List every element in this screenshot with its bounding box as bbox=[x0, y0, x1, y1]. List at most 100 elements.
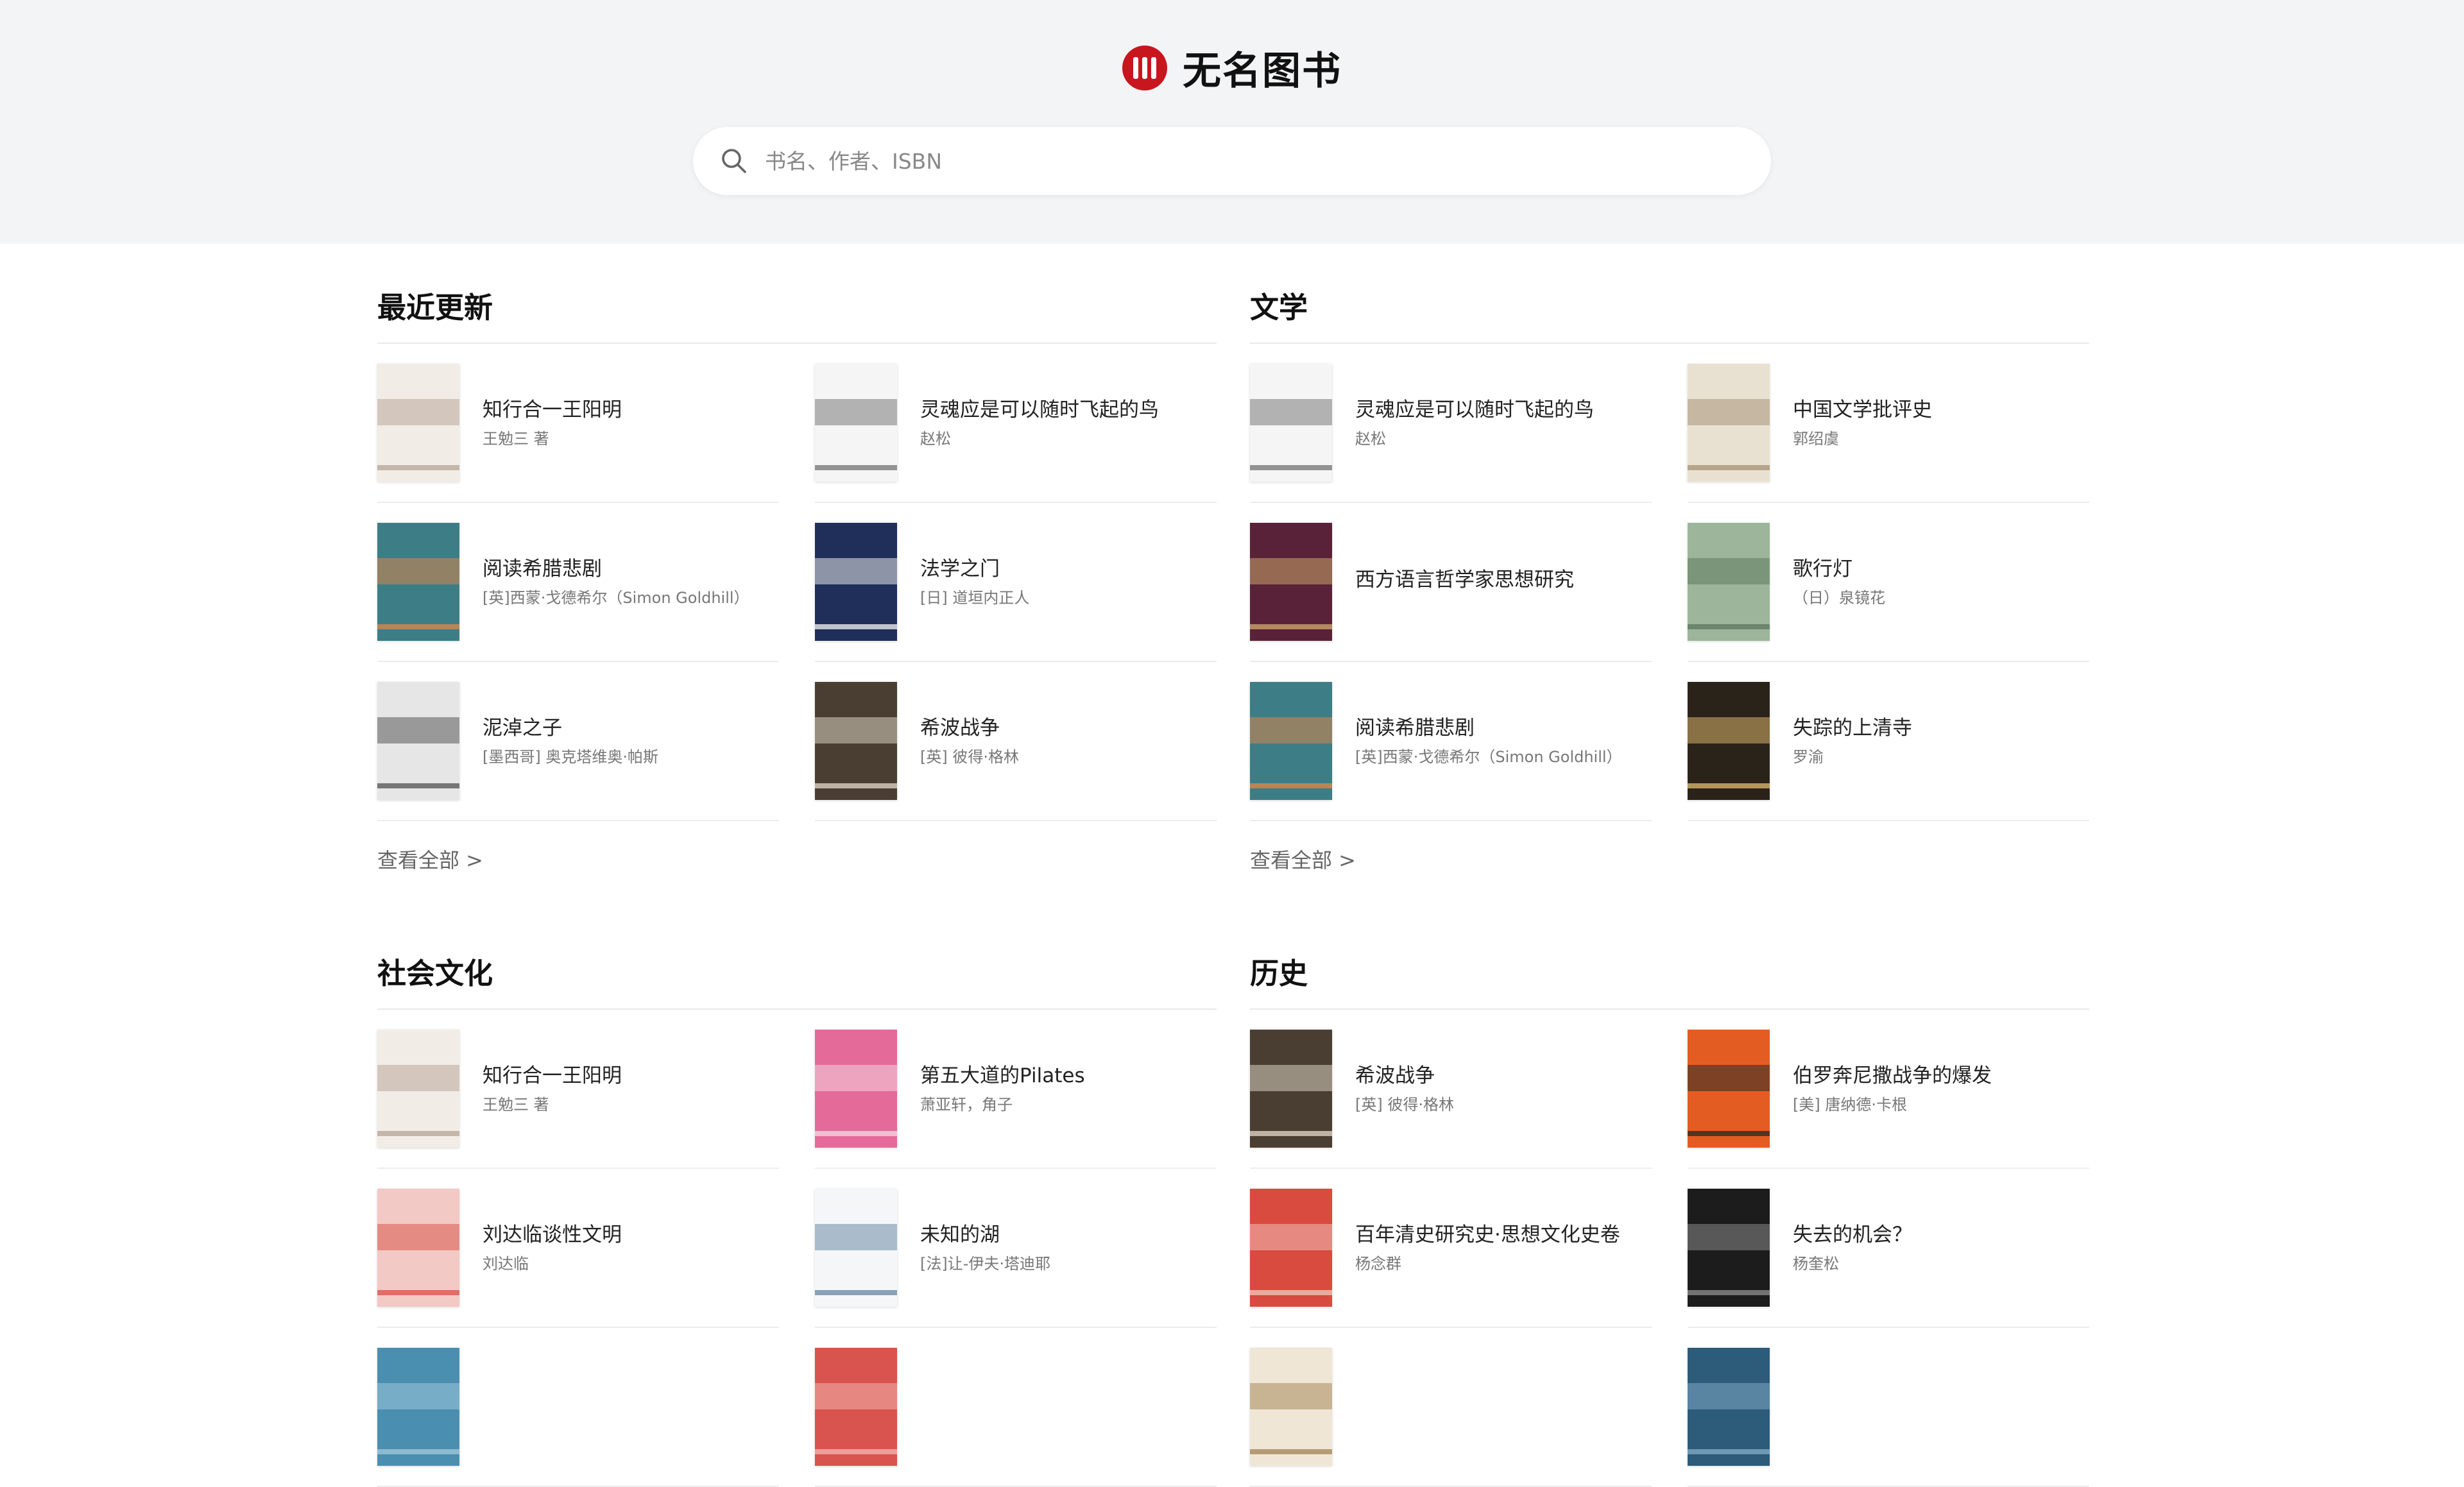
book-title[interactable]: 知行合一王阳明 bbox=[483, 1062, 622, 1090]
book-item[interactable]: 阅读希腊悲剧 [英]西蒙·戈德希尔（Simon Goldhill） bbox=[1250, 662, 1652, 821]
book-item[interactable]: 法学之门 [日] 道垣内正人 bbox=[815, 503, 1217, 662]
book-item[interactable]: 希波战争 [英] 彼得·格林 bbox=[815, 662, 1217, 821]
book-title[interactable]: 希波战争 bbox=[1355, 1062, 1454, 1090]
book-item[interactable]: 阅读希腊悲剧 [英]西蒙·戈德希尔（Simon Goldhill） bbox=[377, 503, 779, 662]
book-author: 罗渝 bbox=[1793, 748, 1824, 766]
book-grid: 知行合一王阳明王勉三 著 第五大道的Pilates 萧亚轩，角子刘达临谈性文明 刘达临… bbox=[377, 1010, 1217, 1487]
section-title[interactable]: 历史 bbox=[1250, 944, 2089, 1003]
view-all-link[interactable]: 查看全部 > bbox=[1250, 844, 1356, 874]
book-title[interactable]: 刘达临谈性文明 bbox=[483, 1221, 622, 1249]
book-title[interactable]: 泥淖之子 bbox=[483, 714, 658, 742]
book-cover[interactable] bbox=[1250, 1348, 1332, 1466]
section-3: 历史希波战争 [英] 彼得·格林 伯罗奔尼撒战争的爆发 [美] 唐纳德·卡根百年清史研… bbox=[1250, 944, 2089, 1487]
book-item[interactable]: 刘达临谈性文明 刘达临 bbox=[377, 1169, 779, 1328]
book-cover[interactable] bbox=[815, 523, 897, 641]
section-2: 社会文化知行合一王阳明王勉三 著 第五大道的Pilates 萧亚轩，角子刘达临谈性文… bbox=[377, 944, 1217, 1487]
book-meta: 知行合一王阳明王勉三 著 bbox=[483, 396, 622, 450]
book-cover[interactable] bbox=[377, 682, 459, 800]
book-title[interactable]: 失踪的上清寺 bbox=[1793, 714, 1912, 742]
book-meta: 希波战争 [英] 彼得·格林 bbox=[920, 714, 1019, 768]
book-item[interactable]: 知行合一王阳明王勉三 著 bbox=[377, 344, 779, 503]
book-cover[interactable] bbox=[1250, 523, 1332, 641]
book-title[interactable]: 百年清史研究史·思想文化史卷 bbox=[1355, 1221, 1620, 1249]
book-title[interactable]: 灵魂应是可以随时飞起的鸟 bbox=[1355, 396, 1594, 424]
book-meta: 百年清史研究史·思想文化史卷 杨念群 bbox=[1355, 1221, 1620, 1275]
book-item[interactable]: 第五大道的Pilates 萧亚轩，角子 bbox=[815, 1010, 1217, 1169]
book-title[interactable]: 灵魂应是可以随时飞起的鸟 bbox=[920, 396, 1159, 424]
book-title[interactable]: 阅读希腊悲剧 bbox=[483, 555, 749, 583]
book-cover[interactable] bbox=[815, 682, 897, 800]
section-0: 最近更新知行合一王阳明王勉三 著 灵魂应是可以随时飞起的鸟 赵松阅读希腊悲剧 [英]西… bbox=[377, 278, 1217, 874]
book-item[interactable]: 伯罗奔尼撒战争的爆发 [美] 唐纳德·卡根 bbox=[1688, 1010, 2089, 1169]
book-item[interactable]: 百年清史研究史·思想文化史卷 杨念群 bbox=[1250, 1169, 1652, 1328]
book-cover[interactable] bbox=[815, 1189, 897, 1307]
book-item[interactable]: 未知的湖 [法]让-伊夫·塔迪耶 bbox=[815, 1169, 1217, 1328]
book-cover[interactable] bbox=[815, 1030, 897, 1148]
section-title[interactable]: 最近更新 bbox=[377, 278, 1217, 337]
book-cover[interactable] bbox=[377, 523, 459, 641]
book-cover[interactable] bbox=[1688, 364, 1770, 482]
book-item[interactable]: 歌行灯 （日）泉镜花 bbox=[1688, 503, 2089, 662]
book-title[interactable]: 歌行灯 bbox=[1793, 555, 1885, 583]
book-title[interactable]: 知行合一王阳明 bbox=[483, 396, 622, 424]
book-cover[interactable] bbox=[1250, 682, 1332, 800]
section-1: 文学灵魂应是可以随时飞起的鸟 赵松 中国文学批评史 郭绍虞西方语言哲学家思想研究 歌行灯… bbox=[1250, 278, 2089, 874]
book-title[interactable]: 西方语言哲学家思想研究 bbox=[1355, 566, 1574, 594]
book-meta: 第五大道的Pilates 萧亚轩，角子 bbox=[920, 1062, 1085, 1116]
book-cover[interactable] bbox=[1250, 1189, 1332, 1307]
book-cover[interactable] bbox=[377, 1189, 459, 1307]
book-cover[interactable] bbox=[1688, 1348, 1770, 1466]
section-title[interactable]: 社会文化 bbox=[377, 944, 1217, 1003]
book-author: [美] 唐纳德·卡根 bbox=[1793, 1096, 1907, 1114]
view-all-link[interactable]: 查看全部 > bbox=[377, 844, 483, 874]
book-author: [英]西蒙·戈德希尔（Simon Goldhill） bbox=[1355, 748, 1622, 766]
book-item[interactable] bbox=[1688, 1328, 2089, 1487]
book-cover[interactable] bbox=[815, 364, 897, 482]
book-cover[interactable] bbox=[815, 1348, 897, 1466]
book-title[interactable]: 法学之门 bbox=[920, 555, 1029, 583]
brand[interactable]: 无名图书 bbox=[0, 40, 2464, 96]
book-item[interactable]: 失去的机会？ 杨奎松 bbox=[1688, 1169, 2089, 1328]
book-author: 王勉三 著 bbox=[483, 430, 549, 448]
book-item[interactable]: 希波战争 [英] 彼得·格林 bbox=[1250, 1010, 1652, 1169]
book-cover[interactable] bbox=[1688, 1030, 1770, 1148]
book-author: [日] 道垣内正人 bbox=[920, 589, 1030, 607]
book-meta: 阅读希腊悲剧 [英]西蒙·戈德希尔（Simon Goldhill） bbox=[483, 555, 749, 609]
book-title[interactable]: 阅读希腊悲剧 bbox=[1355, 714, 1622, 742]
book-meta: 泥淖之子 [墨西哥] 奥克塔维奥·帕斯 bbox=[483, 714, 658, 768]
book-item[interactable]: 泥淖之子 [墨西哥] 奥克塔维奥·帕斯 bbox=[377, 662, 779, 821]
book-meta: 西方语言哲学家思想研究 bbox=[1355, 566, 1574, 598]
section-title[interactable]: 文学 bbox=[1250, 278, 2089, 337]
book-item[interactable]: 西方语言哲学家思想研究 bbox=[1250, 503, 1652, 662]
book-cover[interactable] bbox=[377, 1348, 459, 1466]
book-title[interactable]: 希波战争 bbox=[920, 714, 1019, 742]
search-icon bbox=[722, 149, 746, 173]
search-bar[interactable] bbox=[693, 127, 1771, 195]
book-item[interactable] bbox=[815, 1328, 1217, 1487]
book-meta: 灵魂应是可以随时飞起的鸟 赵松 bbox=[920, 396, 1159, 450]
book-title[interactable]: 失去的机会？ bbox=[1793, 1221, 1912, 1249]
book-title[interactable]: 中国文学批评史 bbox=[1793, 396, 1932, 424]
book-item[interactable]: 知行合一王阳明王勉三 著 bbox=[377, 1010, 779, 1169]
book-title[interactable]: 第五大道的Pilates bbox=[920, 1062, 1085, 1090]
book-cover[interactable] bbox=[1688, 523, 1770, 641]
book-author: （日）泉镜花 bbox=[1793, 589, 1885, 607]
book-cover[interactable] bbox=[377, 364, 459, 482]
search-input[interactable] bbox=[764, 148, 1729, 174]
book-cover[interactable] bbox=[1250, 1030, 1332, 1148]
book-cover[interactable] bbox=[1250, 364, 1332, 482]
book-item[interactable]: 中国文学批评史 郭绍虞 bbox=[1688, 344, 2089, 503]
book-author: 萧亚轩，角子 bbox=[920, 1096, 1013, 1114]
book-title[interactable]: 伯罗奔尼撒战争的爆发 bbox=[1793, 1062, 1992, 1090]
book-author: 王勉三 著 bbox=[483, 1096, 549, 1114]
book-item[interactable]: 失踪的上清寺 罗渝 bbox=[1688, 662, 2089, 821]
book-cover[interactable] bbox=[1688, 682, 1770, 800]
book-title[interactable]: 未知的湖 bbox=[920, 1221, 1050, 1249]
book-item[interactable] bbox=[377, 1328, 779, 1487]
book-item[interactable]: 灵魂应是可以随时飞起的鸟 赵松 bbox=[815, 344, 1217, 503]
book-item[interactable]: 灵魂应是可以随时飞起的鸟 赵松 bbox=[1250, 344, 1652, 503]
book-cover[interactable] bbox=[377, 1030, 459, 1148]
book-cover[interactable] bbox=[1688, 1189, 1770, 1307]
book-grid: 知行合一王阳明王勉三 著 灵魂应是可以随时飞起的鸟 赵松阅读希腊悲剧 [英]西蒙·戈德… bbox=[377, 344, 1217, 821]
book-item[interactable] bbox=[1250, 1328, 1652, 1487]
